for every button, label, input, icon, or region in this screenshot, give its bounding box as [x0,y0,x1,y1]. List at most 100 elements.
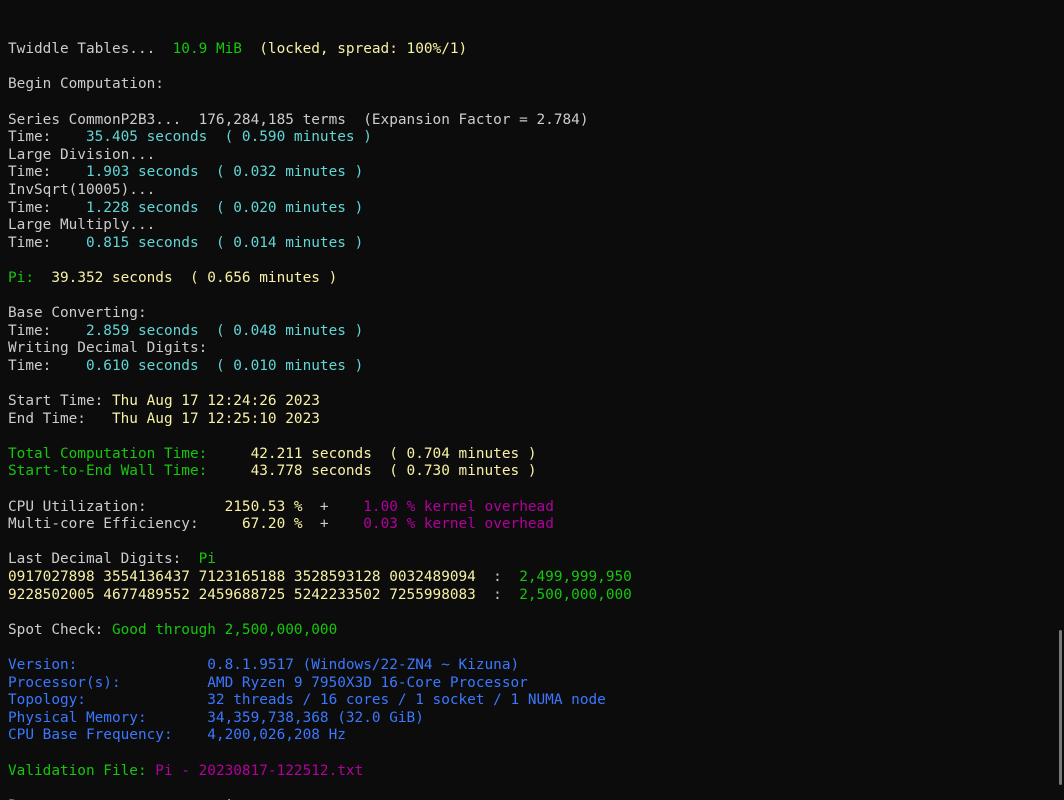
console-text: 2.859 seconds ( 0.048 minutes ) [85,322,364,339]
console-line: End Time: Thu Aug 17 12:25:10 2023 [8,411,1064,429]
console-text: Start-to-End Wall Time: [8,463,251,480]
console-text: Series CommonP2B3... 176,284,185 terms (… [8,111,589,128]
console-text: 10.9 MiB [172,41,242,58]
console-line: Series CommonP2B3... 176,284,185 terms (… [8,112,1064,130]
console-text: + [302,516,364,533]
console-text: Processor(s): AMD Ryzen 9 7950X3D 16-Cor… [8,674,528,691]
console-output: Twiddle Tables... 10.9 MiB (locked, spre… [8,41,1064,800]
console-text: Version: 0.8.1.9517 (Windows/22-ZN4 ~ Ki… [8,656,520,673]
console-line: CPU Utilization: 2150.53 % + 1.00 % kern… [8,499,1064,517]
console-text: Twiddle Tables... [8,41,173,58]
console-text: Pi: [8,269,52,286]
console-text: Validation File: [8,762,156,779]
console-text: Time: [8,164,86,181]
console-line: Writing Decimal Digits: [8,340,1064,358]
console-text: Topology: 32 threads / 16 cores / 1 sock… [8,692,606,709]
console-text: Time: [8,199,86,216]
console-line: Large Division... [8,147,1064,165]
console-text: 1.903 seconds ( 0.032 minutes ) [85,164,364,181]
console-line: Begin Computation: [8,76,1064,94]
console-line: Twiddle Tables... 10.9 MiB (locked, spre… [8,41,1064,59]
console-text: Time: [8,322,86,339]
console-line: Time: 1.228 seconds ( 0.020 minutes ) [8,200,1064,218]
console-line: Total Computation Time: 42.211 seconds (… [8,446,1064,464]
console-text: Thu Aug 17 12:25:10 2023 [111,410,320,427]
console-text: Base Converting: [8,305,147,322]
console-line: Time: 0.815 seconds ( 0.014 minutes ) [8,235,1064,253]
scrollbar-thumb[interactable] [1059,630,1062,785]
console-text: 35.405 seconds ( 0.590 minutes ) [85,129,372,146]
console-text: Last Decimal Digits: [8,551,199,568]
console-text: 9228502005 4677489552 2459688725 5242233… [8,586,476,603]
console-text: Begin Computation: [8,76,164,93]
console-text: Multi-core Efficiency: [8,516,242,533]
console-text: Start Time: [8,393,112,410]
console-text: Spot Check: [8,621,112,638]
console-text: Large Division... [8,146,156,163]
console-line: Time: 2.859 seconds ( 0.048 minutes ) [8,323,1064,341]
console-line: Topology: 32 threads / 16 cores / 1 sock… [8,692,1064,710]
console-text: Pi [198,551,216,568]
console-text: 0917027898 3554136437 7123165188 3528593… [8,569,476,585]
console-text: Time: [8,129,86,146]
console-text: 42.211 seconds ( 0.704 minutes ) [250,445,537,462]
console-line: Time: 0.610 seconds ( 0.010 minutes ) [8,358,1064,376]
console-text: 1.228 seconds ( 0.020 minutes ) [85,199,364,216]
console-line: Pi: 39.352 seconds ( 0.656 minutes ) [8,270,1064,288]
terminal-window[interactable]: Twiddle Tables... 10.9 MiB (locked, spre… [0,0,1064,800]
console-text: 0.815 seconds ( 0.014 minutes ) [85,234,364,251]
console-line: InvSqrt(10005)... [8,182,1064,200]
console-line: Physical Memory: 34,359,738,368 (32.0 Gi… [8,710,1064,728]
console-line: Base Converting: [8,305,1064,323]
console-text: 2,500,000,000 [519,586,632,603]
console-text: 2,499,999,950 [519,569,632,585]
console-text: End Time: [8,410,112,427]
console-text: Time: [8,357,86,374]
console-line: Time: 35.405 seconds ( 0.590 minutes ) [8,129,1064,147]
console-text: Time: [8,234,86,251]
console-text: + [302,498,364,515]
console-line: Spot Check: Good through 2,500,000,000 [8,622,1064,640]
console-text: 1.00 % kernel overhead [363,498,554,515]
console-line: Multi-core Efficiency: 67.20 % + 0.03 % … [8,516,1064,534]
console-line: Version: 0.8.1.9517 (Windows/22-ZN4 ~ Ki… [8,657,1064,675]
console-text: 2150.53 % [224,498,303,515]
console-text: CPU Utilization: [8,498,225,515]
console-line: CPU Base Frequency: 4,200,026,208 Hz [8,727,1064,745]
console-text: Writing Decimal Digits: [8,340,208,357]
console-text: 67.20 % [241,516,303,533]
console-line: Time: 1.903 seconds ( 0.032 minutes ) [8,164,1064,182]
console-line: 0917027898 3554136437 7123165188 3528593… [8,569,1064,587]
console-line: Validation File: Pi - 20230817-122512.tx… [8,763,1064,781]
console-text: : [475,586,520,603]
console-text: InvSqrt(10005)... [8,181,156,198]
console-text: (locked, spread: 100%/1) [241,41,468,58]
console-text: 0.610 seconds ( 0.010 minutes ) [85,357,364,374]
console-text: Total Computation Time: [8,445,251,462]
console-text: Pi - 20230817-122512.txt [155,762,364,779]
console-line: Start Time: Thu Aug 17 12:24:26 2023 [8,393,1064,411]
console-text: Good through 2,500,000,000 [111,621,338,638]
console-text: 39.352 seconds ( 0.656 minutes ) [51,269,338,286]
console-line: Last Decimal Digits: Pi [8,551,1064,569]
console-text: 43.778 seconds ( 0.730 minutes ) [250,463,537,480]
console-text: : [475,569,520,585]
console-line: Processor(s): AMD Ryzen 9 7950X3D 16-Cor… [8,675,1064,693]
console-text: CPU Base Frequency: 4,200,026,208 Hz [8,727,346,744]
console-line: Start-to-End Wall Time: 43.778 seconds (… [8,463,1064,481]
console-text: Large Multiply... [8,217,156,234]
console-line: Large Multiply... [8,217,1064,235]
console-line: 9228502005 4677489552 2459688725 5242233… [8,587,1064,605]
